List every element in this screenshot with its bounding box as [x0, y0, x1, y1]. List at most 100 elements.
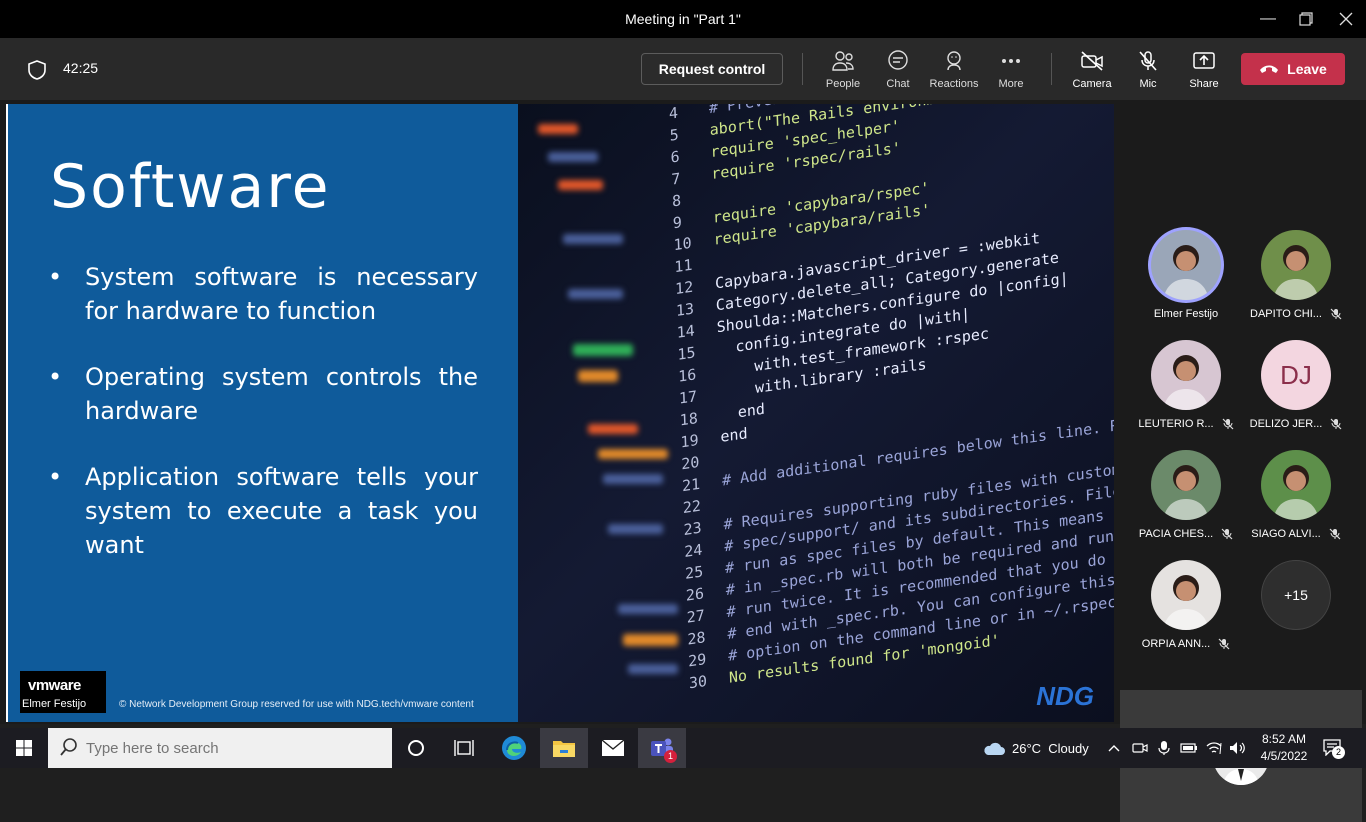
participant-avatar [1151, 560, 1221, 630]
tray-wifi[interactable] [1206, 728, 1222, 768]
search-input[interactable] [86, 737, 376, 759]
shield-icon [28, 60, 46, 80]
mail-button[interactable] [589, 728, 637, 768]
show-hidden-icons[interactable] [1108, 728, 1120, 768]
participant-name-row: DELIZO JER... [1241, 418, 1351, 430]
slide-bullets: System software is necessary for hardwar… [48, 260, 478, 594]
reactions-button[interactable]: Reactions [926, 48, 982, 92]
teams-button[interactable]: 1 [638, 728, 686, 768]
participant-tile[interactable]: DJ DELIZO JER... [1241, 340, 1351, 430]
title-bar: Meeting in "Part 1" — [0, 0, 1366, 38]
chat-button[interactable]: Chat [870, 48, 926, 92]
participant-tile[interactable]: LEUTERIO R... [1131, 340, 1241, 430]
tray-camera[interactable] [1132, 728, 1148, 768]
restore-icon [1299, 12, 1313, 26]
participant-name-row: ORPIA ANN... [1131, 638, 1241, 650]
windows-taskbar: 1 26°C Cloudy 8:52 AM 4/5/2022 2 [0, 728, 1366, 768]
overflow-count-avatar: +15 [1261, 560, 1331, 630]
participant-tile[interactable]: PACIA CHES... [1131, 450, 1241, 540]
participant-name-row: PACIA CHES... [1131, 528, 1241, 540]
mic-label: Mic [1139, 78, 1157, 90]
taskbar-search[interactable] [48, 728, 392, 768]
slide-bullet: Application software tells your system t… [48, 460, 478, 562]
muted-mic-icon [1329, 528, 1341, 540]
search-icon [60, 738, 77, 756]
taskbar-clock[interactable]: 8:52 AM 4/5/2022 [1254, 731, 1314, 765]
participant-avatar [1261, 450, 1331, 520]
participant-avatar: DJ [1261, 340, 1331, 410]
tray-volume[interactable] [1229, 728, 1247, 768]
clock-date: 4/5/2022 [1260, 749, 1308, 763]
tray-microphone[interactable] [1158, 728, 1170, 768]
edge-icon [502, 736, 526, 760]
clock-time: 8:52 AM [1261, 732, 1307, 746]
avatar-initials: DJ [1280, 359, 1312, 390]
leave-label: Leave [1287, 61, 1327, 77]
tray-camera-icon [1132, 743, 1148, 753]
code-listing: 3456789101112131415161718192021222324252… [518, 104, 1114, 719]
participant-name: DELIZO JER... [1249, 418, 1323, 430]
weather-widget[interactable]: 26°C Cloudy [982, 728, 1089, 768]
avatar-initials: +15 [1261, 560, 1331, 630]
slide-bullet: System software is necessary for hardwar… [48, 260, 478, 328]
mic-off-icon [1139, 51, 1157, 71]
participant-name-row: SIAGO ALVI... [1241, 528, 1351, 540]
more-participants-button[interactable]: +15 [1241, 560, 1351, 630]
presenter-name-tag: Elmer Festijo [20, 697, 89, 711]
participant-name-row: Elmer Festijo [1131, 308, 1241, 320]
meeting-timer: 42:25 [63, 60, 99, 76]
leave-button[interactable]: Leave [1241, 53, 1345, 85]
chat-icon [888, 50, 908, 70]
slide-text-panel: Software System software is necessary fo… [6, 104, 518, 722]
notification-center-button[interactable]: 2 [1322, 738, 1345, 761]
reactions-label: Reactions [929, 78, 979, 90]
people-label: People [825, 78, 861, 90]
line-number: 30 [688, 671, 708, 693]
close-button[interactable] [1326, 0, 1366, 38]
participant-avatar [1151, 340, 1221, 410]
participant-name: PACIA CHES... [1138, 528, 1214, 540]
participant-avatar [1151, 450, 1221, 520]
participant-tile[interactable]: ORPIA ANN... [1131, 560, 1241, 650]
teams-badge: 1 [664, 750, 677, 763]
participant-tile[interactable]: Elmer Festijo [1131, 230, 1241, 320]
camera-button[interactable]: Camera [1064, 48, 1120, 92]
participant-name: LEUTERIO R... [1138, 418, 1214, 430]
volume-icon [1230, 742, 1245, 754]
slide-code-image: 3456789101112131415161718192021222324252… [518, 104, 1114, 722]
cortana-button[interactable] [392, 728, 440, 768]
edge-button[interactable] [490, 728, 538, 768]
participant-tile[interactable]: SIAGO ALVI... [1241, 450, 1351, 540]
request-control-button[interactable]: Request control [641, 53, 783, 85]
toolbar-divider [1051, 53, 1052, 85]
participant-name: ORPIA ANN... [1141, 638, 1211, 650]
start-button[interactable] [0, 728, 48, 768]
shared-screen: Software System software is necessary fo… [6, 104, 1114, 722]
reactions-icon [947, 51, 961, 71]
maximize-button[interactable] [1286, 0, 1326, 38]
task-view-button[interactable] [440, 728, 488, 768]
battery-icon [1180, 743, 1197, 753]
chat-label: Chat [886, 78, 910, 90]
tray-battery[interactable] [1180, 728, 1198, 768]
people-icon [832, 51, 854, 71]
minimize-button[interactable]: — [1248, 0, 1288, 38]
minimize-icon: — [1260, 10, 1276, 27]
mic-button[interactable]: Mic [1120, 48, 1176, 92]
more-button[interactable]: More [983, 48, 1039, 92]
people-button[interactable]: People [815, 48, 871, 92]
window-title: Meeting in "Part 1" [625, 11, 741, 27]
cortana-icon [408, 740, 424, 756]
share-icon [1193, 52, 1215, 69]
participant-tile[interactable]: DAPITO CHI... [1241, 230, 1351, 320]
vmware-logo-text: vmware [28, 677, 81, 694]
share-button[interactable]: Share [1176, 48, 1232, 92]
hang-up-icon [1260, 65, 1279, 73]
meeting-toolbar: 42:25 Request control People Chat Reacti… [0, 38, 1366, 100]
more-label: More [998, 78, 1024, 90]
file-explorer-button[interactable] [540, 728, 588, 768]
weather-text: 26°C Cloudy [1012, 740, 1089, 756]
more-icon [1002, 59, 1020, 63]
participant-name-row: LEUTERIO R... [1131, 418, 1241, 430]
notification-count: 2 [1332, 746, 1345, 759]
